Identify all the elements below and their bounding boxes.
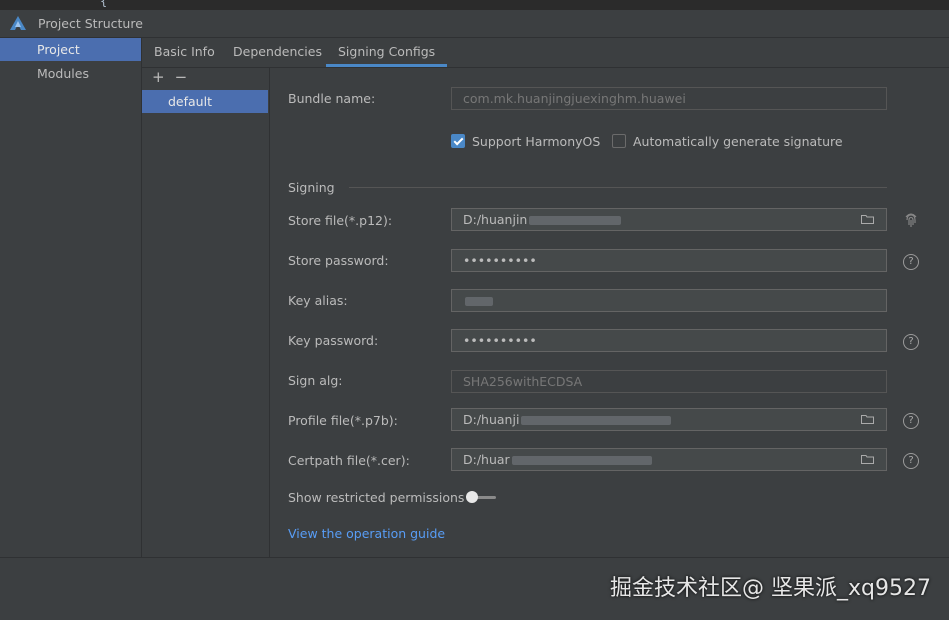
key-password-label: Key password:: [288, 333, 379, 348]
support-harmonyos-checkbox[interactable]: Support HarmonyOS: [451, 133, 601, 150]
profile-file-value: D:/huanji: [463, 412, 520, 427]
store-file-value: D:/huanjin: [463, 212, 528, 227]
help-icon[interactable]: ?: [903, 453, 919, 469]
toggle-knob[interactable]: [466, 491, 478, 503]
tab-bar: Basic Info Dependencies Signing Configs: [142, 38, 949, 68]
support-harmonyos-label: Support HarmonyOS: [472, 134, 601, 149]
certpath-file-field[interactable]: D:/huar: [451, 448, 887, 471]
certpath-file-value: D:/huar: [463, 452, 510, 467]
show-restricted-toggle[interactable]: [466, 491, 498, 503]
folder-icon[interactable]: [861, 214, 874, 224]
operation-guide-link[interactable]: View the operation guide: [288, 526, 445, 541]
help-icon[interactable]: ?: [903, 413, 919, 429]
profile-file-label: Profile file(*.p7b):: [288, 413, 398, 428]
tab-signing-configs[interactable]: Signing Configs: [326, 38, 448, 67]
sign-alg-label: Sign alg:: [288, 373, 343, 388]
harmony-logo-icon: [10, 16, 26, 30]
watermark: 掘金技术社区@ 坚果派_xq9527: [610, 576, 931, 601]
redacted-blur: [465, 297, 493, 306]
redacted-blur: [529, 216, 622, 225]
signing-section-title: Signing: [288, 180, 335, 195]
store-file-field[interactable]: D:/huanjin: [451, 208, 887, 231]
profile-file-field[interactable]: D:/huanji: [451, 408, 887, 431]
config-item-default[interactable]: default: [142, 90, 268, 113]
checkbox-checked[interactable]: [451, 133, 465, 148]
window-title: Project Structure: [38, 16, 143, 31]
nav-item-project[interactable]: Project: [0, 38, 141, 61]
signing-form: Bundle name: com.mk.huanjingjuexinghm.hu…: [270, 68, 949, 557]
title-bar: Project Structure: [0, 10, 949, 38]
folder-icon[interactable]: [861, 454, 874, 464]
auto-signature-label: Automatically generate signature: [633, 134, 843, 149]
remove-icon[interactable]: −: [175, 68, 188, 86]
store-password-field[interactable]: ••••••••••: [451, 249, 887, 272]
config-list-panel: + − default: [142, 68, 270, 557]
add-icon[interactable]: +: [152, 68, 165, 86]
store-file-label: Store file(*.p12):: [288, 213, 393, 228]
project-nav: Project Modules: [0, 38, 142, 557]
show-restricted-label: Show restricted permissions: [288, 490, 465, 505]
help-icon[interactable]: ?: [903, 334, 919, 350]
tab-basic-info[interactable]: Basic Info: [142, 38, 227, 67]
key-alias-label: Key alias:: [288, 293, 348, 308]
certpath-file-label: Certpath file(*.cer):: [288, 453, 410, 468]
redacted-blur: [511, 456, 652, 465]
nav-item-modules[interactable]: Modules: [0, 62, 141, 85]
bundle-name-label: Bundle name:: [288, 91, 376, 106]
fingerprint-icon[interactable]: [903, 211, 919, 229]
config-toolbar: + −: [152, 68, 197, 90]
editor-strip: {: [0, 0, 949, 10]
checkbox-unchecked[interactable]: [612, 133, 626, 148]
sign-alg-field: SHA256withECDSA: [451, 370, 887, 393]
bundle-name-field: com.mk.huanjingjuexinghm.huawei: [451, 87, 887, 110]
help-icon[interactable]: ?: [903, 254, 919, 270]
store-password-label: Store password:: [288, 253, 389, 268]
auto-signature-checkbox[interactable]: Automatically generate signature: [612, 133, 843, 150]
folder-icon[interactable]: [861, 414, 874, 424]
tab-dependencies[interactable]: Dependencies: [221, 38, 334, 67]
section-divider: [349, 187, 887, 188]
dialog-footer: 掘金技术社区@ 坚果派_xq9527: [0, 557, 949, 620]
key-password-field[interactable]: ••••••••••: [451, 329, 887, 352]
key-alias-field[interactable]: [451, 289, 887, 312]
redacted-blur: [521, 416, 672, 425]
